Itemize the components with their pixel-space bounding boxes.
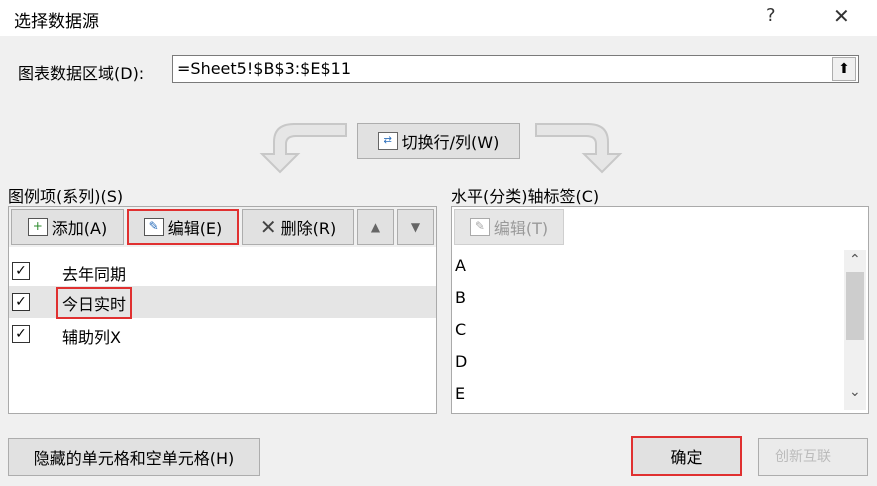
range-value: =Sheet5!$B$3:$E$11 bbox=[177, 59, 351, 78]
move-up-icon: ▲ bbox=[370, 220, 381, 234]
axis-label-item[interactable]: D bbox=[455, 352, 467, 371]
series-checkbox[interactable]: ✓ bbox=[12, 325, 30, 343]
scroll-up-icon[interactable]: ⌃ bbox=[849, 252, 861, 268]
series-checkbox[interactable]: ✓ bbox=[12, 293, 30, 311]
edit-axis-button[interactable]: ✎ 编辑(T) bbox=[454, 209, 564, 245]
edit-axis-label: 编辑(T) bbox=[493, 219, 549, 238]
add-series-button[interactable]: + 添加(A) bbox=[11, 209, 124, 245]
axis-scrollbar-thumb[interactable] bbox=[846, 272, 864, 340]
series-row-label: 去年同期 bbox=[62, 265, 127, 284]
series-row-label: 辅助列X bbox=[62, 328, 121, 347]
delete-series-button[interactable]: ✕ 删除(R) bbox=[242, 209, 354, 245]
axis-label-item[interactable]: A bbox=[455, 256, 466, 275]
edit-pencil-icon: ✎ bbox=[469, 218, 490, 236]
range-label: 图表数据区域(D): bbox=[18, 64, 145, 83]
delete-series-label: 删除(R) bbox=[280, 219, 337, 238]
hidden-empty-cells-button[interactable]: 隐藏的单元格和空单元格(H) bbox=[8, 438, 260, 476]
watermark-logo: 创新互联 bbox=[775, 449, 831, 465]
axis-label-item[interactable]: C bbox=[455, 320, 466, 339]
table-add-icon: + bbox=[27, 218, 48, 236]
hidden-empty-cells-label: 隐藏的单元格和空单元格(H) bbox=[33, 449, 235, 468]
help-icon[interactable]: ? bbox=[766, 5, 776, 26]
title-bar bbox=[0, 0, 877, 36]
dialog-title: 选择数据源 bbox=[14, 12, 99, 32]
move-down-icon: ▼ bbox=[410, 220, 421, 234]
ok-label: 确定 bbox=[670, 448, 703, 467]
switch-row-column-label: 切换行/列(W) bbox=[401, 133, 500, 152]
switch-row-column-icon: ⇄ bbox=[377, 132, 398, 150]
move-up-button[interactable]: ▲ bbox=[357, 209, 394, 245]
switch-row-column-button[interactable]: ⇄ 切换行/列(W) bbox=[357, 123, 520, 159]
series-checkbox[interactable]: ✓ bbox=[12, 262, 30, 280]
series-row-label: 今日实时 bbox=[56, 287, 133, 319]
add-series-label: 添加(A) bbox=[51, 219, 108, 238]
series-heading: 图例项(系列)(S) bbox=[8, 187, 124, 206]
arrow-right-icon bbox=[535, 123, 623, 174]
axis-label-item[interactable]: E bbox=[455, 384, 465, 403]
delete-x-icon: ✕ bbox=[259, 215, 277, 239]
ok-button[interactable]: 确定 bbox=[631, 436, 742, 476]
edit-pencil-icon: ✎ bbox=[143, 218, 164, 236]
axis-heading: 水平(分类)轴标签(C) bbox=[451, 187, 600, 206]
edit-series-button[interactable]: ✎ 编辑(E) bbox=[127, 209, 239, 245]
axis-label-item[interactable]: B bbox=[455, 288, 466, 307]
move-down-button[interactable]: ▼ bbox=[397, 209, 434, 245]
edit-series-label: 编辑(E) bbox=[167, 219, 223, 238]
collapse-dialog-button[interactable]: ⬆ bbox=[832, 57, 856, 81]
scroll-down-icon[interactable]: ⌄ bbox=[849, 384, 861, 400]
close-icon[interactable]: ✕ bbox=[833, 4, 850, 28]
arrow-left-icon bbox=[259, 123, 347, 174]
